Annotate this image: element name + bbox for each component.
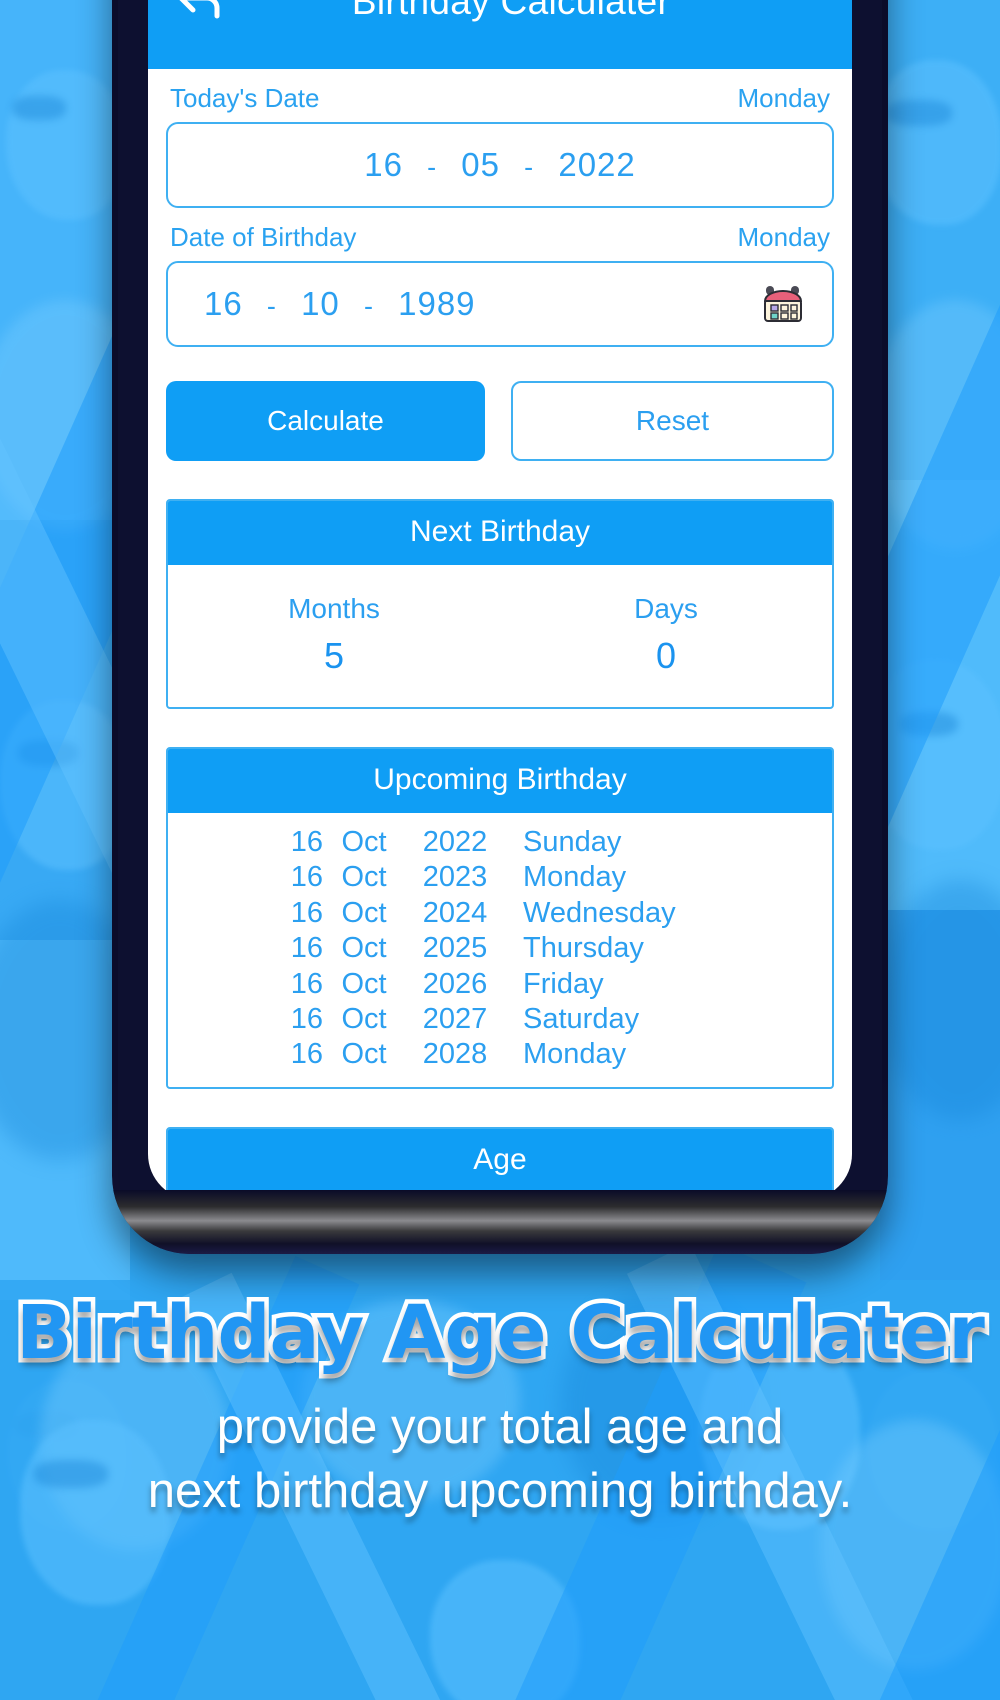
date-separator: - bbox=[266, 291, 277, 321]
app-bar: Birthday Calculater bbox=[148, 0, 852, 69]
upcoming-month: Oct bbox=[341, 1002, 387, 1035]
upcoming-month: Oct bbox=[341, 861, 387, 894]
upcoming-day: 16 bbox=[290, 861, 323, 894]
upcoming-weekday: Thursday bbox=[523, 932, 644, 965]
upcoming-month: Oct bbox=[341, 967, 387, 1000]
calendar-icon[interactable] bbox=[760, 281, 806, 327]
birthday-date-day: 16 bbox=[204, 285, 243, 322]
upcoming-year: 2024 bbox=[422, 896, 488, 929]
upcoming-weekday: Sunday bbox=[523, 826, 622, 858]
next-birthday-card: Next Birthday Months 5 Days 0 bbox=[166, 499, 834, 709]
todays-date-label: Today's Date bbox=[170, 83, 320, 113]
date-separator: - bbox=[524, 152, 535, 182]
upcoming-year: 2027 bbox=[422, 1002, 488, 1035]
upcoming-weekday: Monday bbox=[523, 1038, 627, 1071]
todays-date-weekday: Monday bbox=[737, 83, 831, 113]
next-birthday-body: Months 5 Days 0 bbox=[168, 565, 832, 707]
promo-subtitle: provide your total age and next birthday… bbox=[0, 1395, 1000, 1524]
date-separator: - bbox=[363, 291, 374, 321]
app-body: Today's Date Monday 16 - 05 - 2022 Date … bbox=[148, 69, 852, 1200]
upcoming-day: 16 bbox=[290, 1038, 323, 1071]
upcoming-weekday: Monday bbox=[523, 861, 627, 894]
birthday-date-field[interactable]: 16 - 10 - 1989 bbox=[166, 261, 834, 347]
birthday-date-weekday: Monday bbox=[737, 222, 831, 252]
todays-date-month: 05 bbox=[461, 146, 500, 183]
upcoming-year: 2022 bbox=[422, 826, 488, 858]
upcoming-birthday-title: Upcoming Birthday bbox=[168, 749, 832, 813]
next-birthday-days-label: Days bbox=[634, 593, 698, 624]
upcoming-year: 2028 bbox=[422, 1038, 488, 1071]
age-body: Years 32 Months 7 Days 0 bbox=[168, 1193, 832, 1200]
upcoming-weekday: Saturday bbox=[523, 1002, 640, 1035]
upcoming-birthday-row: 16 Oct 2025 Thursday bbox=[168, 931, 832, 966]
upcoming-year: 2023 bbox=[422, 861, 488, 894]
upcoming-birthday-row: 16 Oct 2027 Saturday bbox=[168, 1002, 832, 1037]
upcoming-birthday-row: 16 Oct 2022 Sunday bbox=[168, 825, 832, 860]
birthday-date-year: 1989 bbox=[398, 285, 476, 322]
date-separator: - bbox=[427, 152, 438, 182]
upcoming-day: 16 bbox=[290, 1002, 323, 1035]
upcoming-year: 2025 bbox=[422, 932, 488, 965]
upcoming-day: 16 bbox=[290, 826, 323, 858]
upcoming-birthday-row: 16 Oct 2028 Monday bbox=[168, 1037, 832, 1072]
birthday-date-month: 10 bbox=[301, 285, 340, 322]
promo-subtitle-line-1: provide your total age and bbox=[216, 1399, 784, 1454]
upcoming-month: Oct bbox=[341, 826, 387, 858]
upcoming-month: Oct bbox=[341, 932, 387, 965]
todays-date-year: 2022 bbox=[558, 146, 636, 183]
reset-button[interactable]: Reset bbox=[511, 381, 834, 461]
phone-mockup: Birthday Calculater Today's Date Monday … bbox=[112, 0, 888, 1254]
upcoming-birthday-card: Upcoming Birthday 16 Oct 2022 Sunday 16 Oct 20… bbox=[166, 747, 834, 1089]
next-birthday-months-col: Months 5 bbox=[168, 575, 500, 691]
next-birthday-months-value: 5 bbox=[323, 635, 345, 676]
upcoming-weekday: Friday bbox=[523, 967, 604, 1000]
birthday-date-labels: Date of Birthday Monday bbox=[166, 208, 834, 261]
todays-date-labels: Today's Date Monday bbox=[166, 69, 834, 122]
next-birthday-days-value: 0 bbox=[655, 635, 677, 676]
todays-date-field[interactable]: 16 - 05 - 2022 bbox=[166, 122, 834, 208]
upcoming-birthday-row: 16 Oct 2026 Friday bbox=[168, 967, 832, 1002]
upcoming-month: Oct bbox=[341, 896, 387, 929]
app-screen: Birthday Calculater Today's Date Monday … bbox=[148, 0, 852, 1200]
promo-text-block: Birthday Age Calculater provide your tot… bbox=[0, 1290, 1000, 1524]
upcoming-birthday-row: 16 Oct 2023 Monday bbox=[168, 860, 832, 895]
upcoming-weekday: Wednesday bbox=[523, 896, 676, 929]
page-title: Birthday Calculater bbox=[351, 0, 671, 22]
upcoming-birthday-list: 16 Oct 2022 Sunday 16 Oct 2023 Monday 16 Oct 2024 W… bbox=[168, 813, 832, 1087]
action-buttons: Calculate Reset bbox=[166, 381, 834, 461]
upcoming-month: Oct bbox=[341, 1038, 387, 1071]
next-birthday-title: Next Birthday bbox=[168, 501, 832, 565]
todays-date-day: 16 bbox=[364, 146, 403, 183]
birthday-date-label: Date of Birthday bbox=[170, 222, 357, 252]
age-title: Age bbox=[168, 1128, 832, 1193]
next-birthday-months-label: Months bbox=[288, 593, 380, 624]
back-arrow-icon[interactable] bbox=[172, 0, 230, 31]
promo-title: Birthday Age Calculater bbox=[12, 1290, 990, 1376]
calculate-button[interactable]: Calculate bbox=[166, 381, 485, 461]
promo-subtitle-line-2: next birthday upcoming birthday. bbox=[147, 1464, 853, 1519]
upcoming-day: 16 bbox=[290, 896, 323, 929]
upcoming-year: 2026 bbox=[422, 967, 488, 1000]
age-card: Age Years 32 Months 7 Days 0 bbox=[166, 1126, 834, 1200]
upcoming-birthday-row: 16 Oct 2024 Wednesday bbox=[168, 896, 832, 931]
todays-date-value: 16 - 05 - 2022 bbox=[364, 146, 636, 184]
upcoming-day: 16 bbox=[290, 932, 323, 965]
next-birthday-days-col: Days 0 bbox=[500, 575, 832, 691]
upcoming-day: 16 bbox=[290, 967, 323, 1000]
birthday-date-value: 16 - 10 - 1989 bbox=[204, 285, 476, 323]
